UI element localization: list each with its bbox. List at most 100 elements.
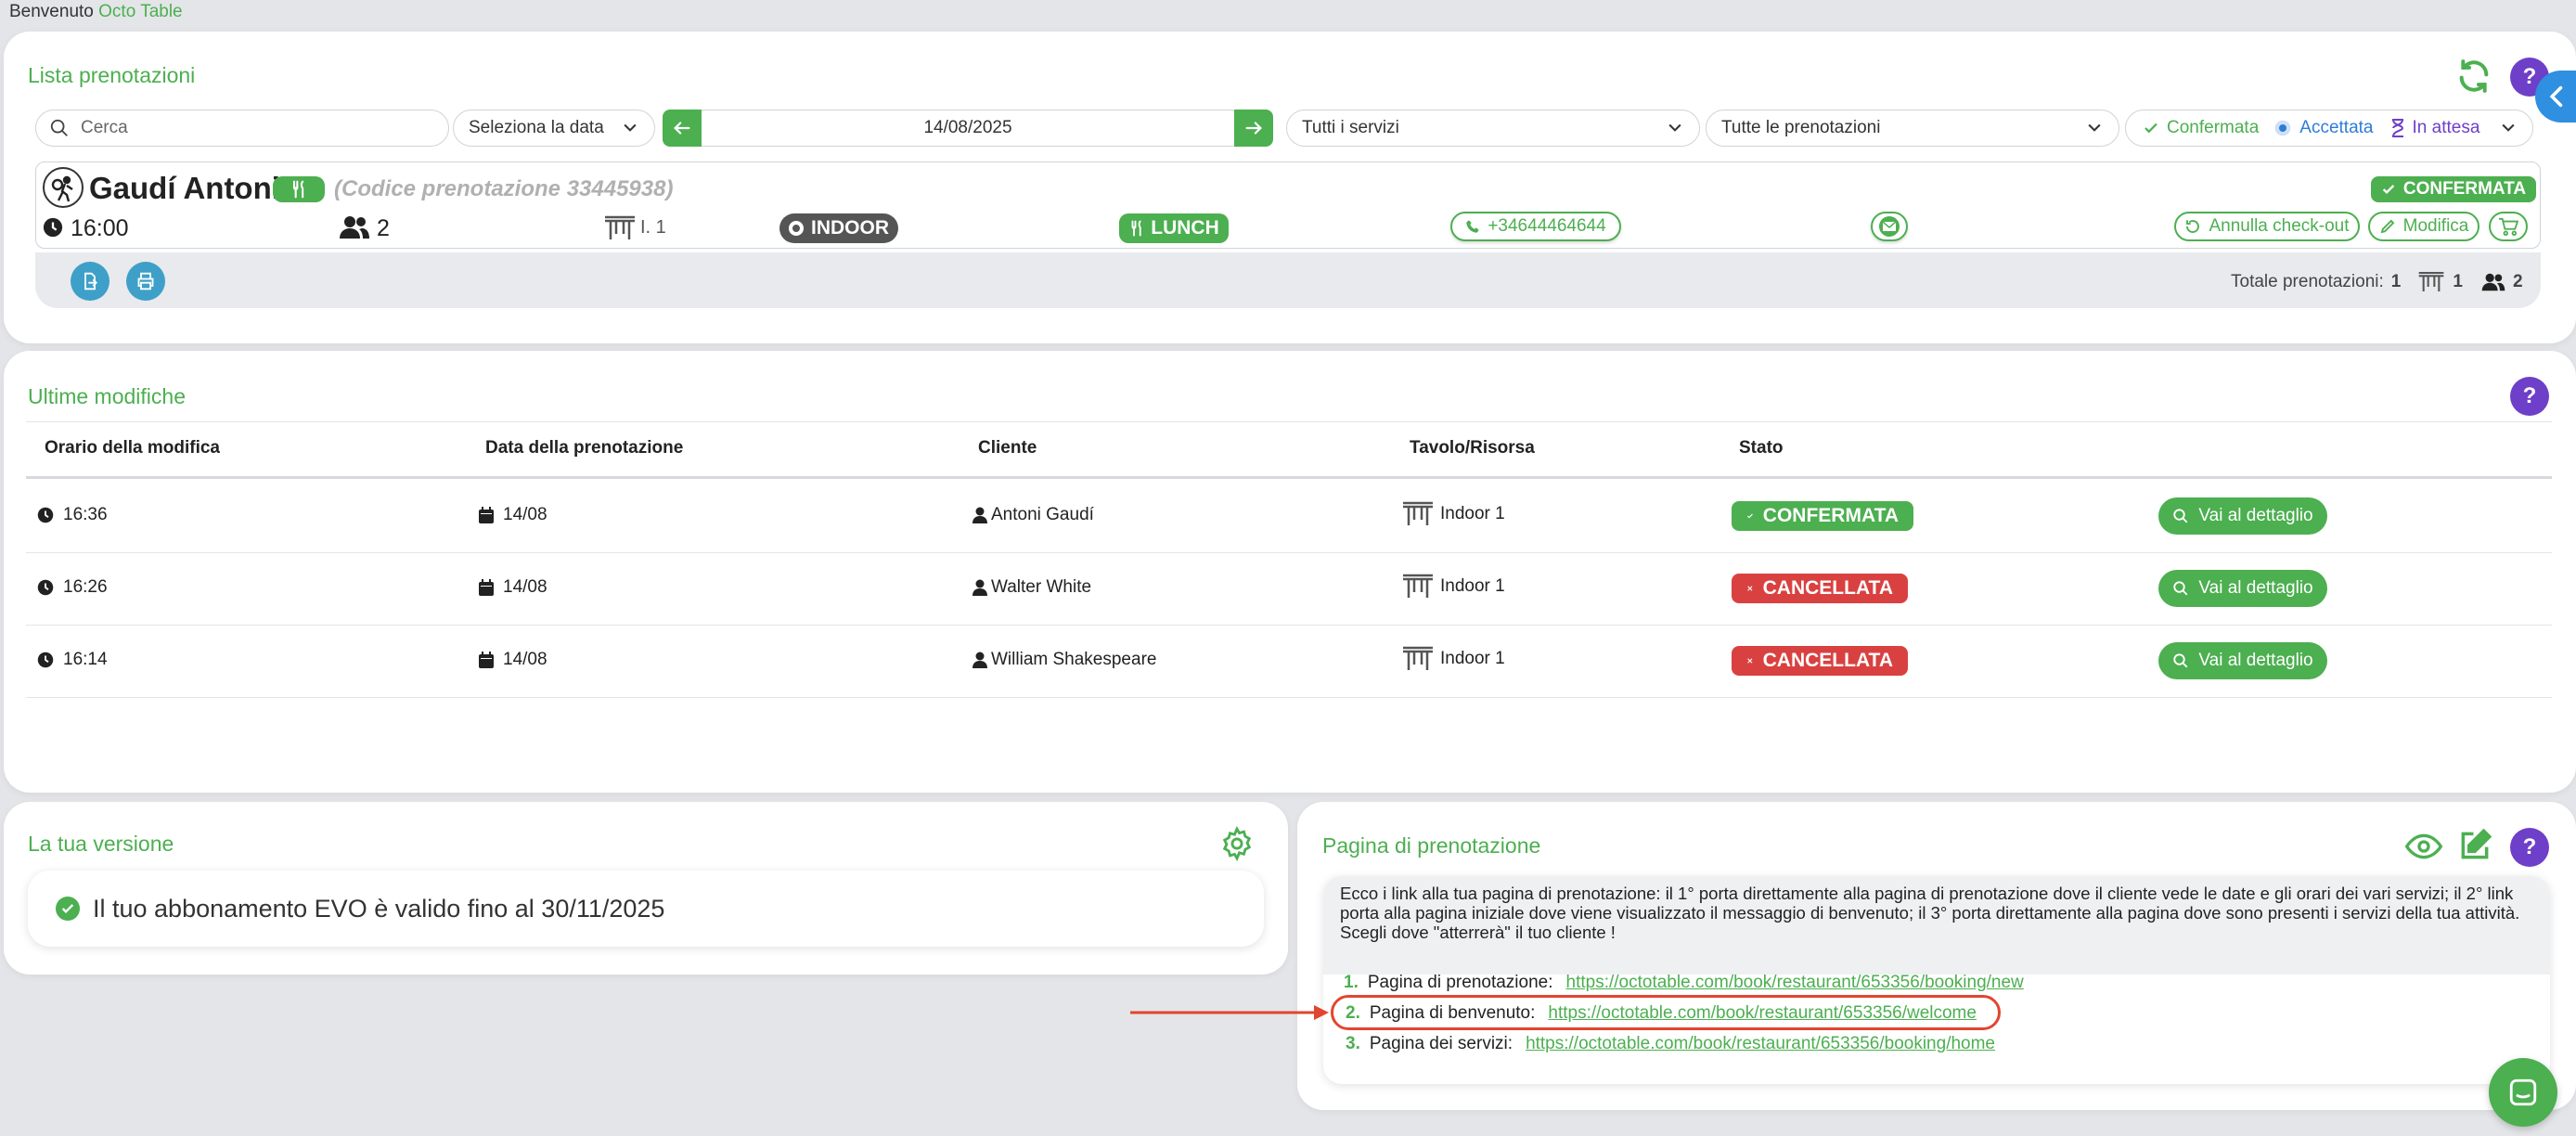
booking-new-link[interactable]: https://octotable.com/book/restaurant/65… bbox=[1566, 973, 2024, 993]
clock-icon bbox=[37, 507, 54, 523]
help-button-booking-page[interactable]: ? bbox=[2510, 828, 2549, 867]
user-icon bbox=[972, 507, 987, 523]
annotation-ellipse bbox=[1331, 995, 2001, 1030]
header-divider-top bbox=[26, 421, 2552, 422]
check-icon bbox=[1746, 513, 1753, 519]
col-header-date: Data della prenotazione bbox=[485, 438, 684, 458]
phone-text: +34644464644 bbox=[1488, 216, 1606, 236]
clock-icon bbox=[37, 652, 54, 668]
bookings-filter-select[interactable]: Tutte le prenotazioni bbox=[1706, 110, 2119, 147]
user-icon bbox=[972, 652, 987, 668]
table-icon bbox=[1403, 646, 1433, 670]
edit-icon[interactable] bbox=[2457, 828, 2492, 863]
prev-date-button[interactable] bbox=[663, 110, 702, 147]
phone-icon bbox=[1466, 220, 1479, 233]
cart-button[interactable] bbox=[2489, 212, 2528, 241]
eye-icon[interactable] bbox=[2405, 828, 2442, 865]
search-placeholder: Cerca bbox=[81, 118, 128, 137]
detail-button-text: Vai al dettaglio bbox=[2198, 506, 2313, 525]
version-title: La tua versione bbox=[28, 832, 174, 856]
row-time: 16:36 bbox=[37, 505, 108, 525]
status-badge: CANCELLATA bbox=[1732, 646, 1908, 676]
detail-button[interactable]: Vai al dettaglio bbox=[2158, 497, 2327, 535]
help-button-changes[interactable]: ? bbox=[2510, 377, 2549, 416]
row-client-text: William Shakespeare bbox=[991, 650, 1157, 669]
search-icon bbox=[50, 119, 68, 136]
print-button[interactable] bbox=[126, 262, 165, 301]
check-icon bbox=[2382, 185, 2395, 194]
row-time-text: 16:26 bbox=[63, 577, 108, 597]
fork-knife-icon bbox=[1131, 220, 1141, 237]
link-number: 3. bbox=[1346, 1034, 1360, 1053]
services-select[interactable]: Tutti i servizi bbox=[1286, 110, 1700, 147]
status-text: CANCELLATA bbox=[1762, 577, 1893, 599]
area-text: INDOOR bbox=[811, 217, 889, 239]
row-time: 16:26 bbox=[37, 577, 108, 598]
date-display[interactable]: 14/08/2025 bbox=[702, 110, 1234, 147]
totals-label: Totale prenotazioni: bbox=[2231, 272, 2384, 291]
detail-button[interactable]: Vai al dettaglio bbox=[2158, 642, 2327, 679]
row-table: Indoor 1 bbox=[1401, 501, 1505, 527]
calendar-icon bbox=[479, 652, 494, 668]
booking-row[interactable] bbox=[35, 161, 2541, 249]
row-date-text: 14/08 bbox=[503, 577, 547, 597]
row-table: Indoor 1 bbox=[1401, 574, 1505, 600]
row-date: 14/08 bbox=[479, 577, 547, 598]
table-icon bbox=[2419, 271, 2444, 291]
row-table-text: Indoor 1 bbox=[1440, 576, 1505, 596]
booking-time: 16:00 bbox=[71, 215, 129, 241]
brand-name: Octo Table bbox=[98, 2, 183, 21]
calendar-icon bbox=[479, 507, 494, 523]
fork-knife-icon bbox=[292, 180, 304, 199]
row-date: 14/08 bbox=[479, 505, 547, 525]
cart-icon bbox=[2499, 217, 2518, 236]
booking-page-description: Ecco i link alla tua pagina di prenotazi… bbox=[1323, 876, 2550, 975]
bookings-filter-label: Tutte le prenotazioni bbox=[1721, 118, 1881, 137]
row-divider bbox=[26, 552, 2552, 553]
booking-status-badge: CONFERMATA bbox=[2371, 176, 2536, 202]
booking-table: I. 1 bbox=[640, 217, 666, 238]
date-select-label: Seleziona la data bbox=[469, 118, 604, 137]
restaurant-badge bbox=[273, 176, 325, 202]
services-select-label: Tutti i servizi bbox=[1302, 118, 1399, 137]
close-icon bbox=[1747, 658, 1753, 664]
status-text: CANCELLATA bbox=[1762, 650, 1893, 671]
chat-widget-button[interactable] bbox=[2489, 1058, 2557, 1127]
next-date-button[interactable] bbox=[1234, 110, 1273, 147]
record-icon bbox=[789, 221, 804, 236]
pencil-icon bbox=[2380, 219, 2394, 234]
export-button[interactable] bbox=[71, 262, 109, 301]
status-filter-select[interactable]: Confermata Accettata In attesa bbox=[2125, 110, 2533, 147]
bookings-totals: Totale prenotazioni: 1 1 2 bbox=[2231, 271, 2523, 293]
gear-icon[interactable] bbox=[1219, 826, 1255, 861]
email-button[interactable] bbox=[1871, 212, 1908, 241]
col-header-status: Stato bbox=[1739, 438, 1784, 458]
phone-button[interactable]: +34644464644 bbox=[1450, 212, 1621, 241]
row-divider bbox=[26, 625, 2552, 626]
date-select[interactable]: Seleziona la data bbox=[453, 110, 655, 147]
search-input[interactable]: Cerca bbox=[35, 110, 449, 147]
welcome-text: Benvenuto bbox=[9, 2, 94, 21]
detail-button[interactable]: Vai al dettaglio bbox=[2158, 570, 2327, 607]
booking-guests: 2 bbox=[377, 215, 390, 241]
services-link[interactable]: https://octotable.com/book/restaurant/65… bbox=[1526, 1034, 1995, 1054]
row-time-text: 16:14 bbox=[63, 650, 108, 669]
guests-icon bbox=[2481, 273, 2505, 291]
row-client-text: Walter White bbox=[991, 577, 1092, 597]
legend-accepted: Accettata bbox=[2299, 118, 2374, 137]
service-badge: LUNCH bbox=[1119, 213, 1229, 243]
guests-icon bbox=[340, 216, 369, 239]
col-header-time: Orario della modifica bbox=[45, 438, 220, 458]
welcome-line: Benvenuto Octo Table bbox=[9, 2, 183, 22]
chevron-down-icon bbox=[2502, 123, 2515, 132]
booking-page-title: Pagina di prenotazione bbox=[1322, 833, 1541, 858]
chevron-down-icon bbox=[1668, 123, 1681, 132]
edit-booking-button[interactable]: Modifica bbox=[2368, 212, 2479, 241]
header-divider bbox=[26, 476, 2552, 479]
booking-name: Gaudí Antoni bbox=[89, 171, 280, 205]
accepted-dot-icon bbox=[2275, 121, 2291, 136]
row-time: 16:14 bbox=[37, 650, 108, 670]
refresh-icon[interactable] bbox=[2455, 58, 2492, 95]
undo-checkout-button[interactable]: Annulla check-out bbox=[2174, 212, 2360, 241]
link-label: Pagina dei servizi: bbox=[1369, 1034, 1513, 1053]
